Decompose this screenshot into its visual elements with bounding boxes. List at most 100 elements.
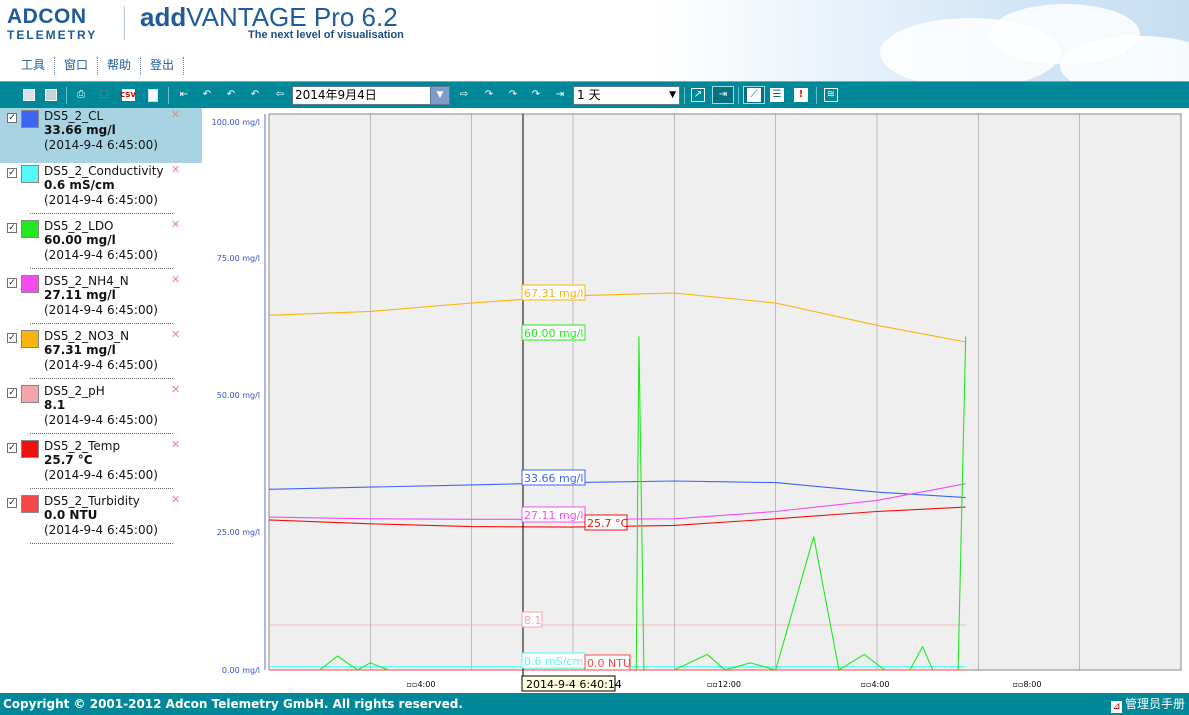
next-icon[interactable]: ⇨ — [455, 86, 473, 104]
sensor-item-nh4-n[interactable]: ✓ DS5_2_NH4_N 27.11 mg/l (2014-9-4 6:45:… — [0, 273, 202, 328]
series-color-swatch — [21, 110, 39, 128]
sensor-value: 27.11 mg/l — [44, 288, 116, 302]
series-color-swatch — [21, 495, 39, 513]
logo-line2: TELEMETRY — [7, 28, 98, 42]
chart-area[interactable]: 100.00 mg/l 75.00 mg/l 50.00 mg/l 25.00 … — [202, 108, 1189, 693]
last-icon[interactable]: ⇥ — [551, 86, 569, 104]
remove-icon[interactable]: ✕ — [171, 439, 181, 450]
settings-icon[interactable]: ≋ — [822, 86, 840, 104]
save-as-icon[interactable] — [42, 86, 60, 104]
product-tagline: The next level of visualisation — [248, 29, 404, 41]
sensor-name: DS5_2_Turbidity — [44, 494, 140, 508]
sensor-value: 25.7 °C — [44, 453, 93, 467]
value-label-turbidity: 0.0 NTU — [587, 657, 631, 670]
chevron-down-icon[interactable]: ▼ — [430, 87, 449, 104]
series-color-swatch — [21, 220, 39, 238]
copyright-text: Copyright © 2001-2012 Adcon Telemetry Gm… — [3, 697, 463, 711]
forward-7-icon[interactable]: ↷ — [504, 86, 522, 104]
value-label-cl: 33.66 mg/l — [524, 472, 583, 485]
sensor-checkbox[interactable]: ✓ — [7, 168, 17, 178]
back-7-icon[interactable]: ↶ — [222, 86, 240, 104]
remove-icon[interactable]: ✕ — [171, 109, 181, 120]
line-graph-icon[interactable]: ⟋ — [743, 86, 765, 104]
sensor-value: 67.31 mg/l — [44, 343, 116, 357]
menu-help[interactable]: 帮助 — [98, 57, 142, 75]
sensor-item-temp[interactable]: ✓ DS5_2_Temp 25.7 °C (2014-9-4 6:45:00) … — [0, 438, 202, 493]
sensor-timestamp: (2014-9-4 6:45:00) — [44, 303, 158, 317]
range-select[interactable]: 1 天 ▼ — [573, 86, 680, 105]
sensor-name: DS5_2_NO3_N — [44, 329, 130, 343]
menu-tools[interactable]: 工具 — [12, 57, 56, 75]
y-axis: 100.00 mg/l 75.00 mg/l 50.00 mg/l 25.00 … — [212, 114, 266, 675]
sensor-timestamp: (2014-9-4 6:45:00) — [44, 468, 158, 482]
table-icon[interactable]: ☰ — [768, 86, 786, 104]
remove-icon[interactable]: ✕ — [171, 329, 181, 340]
series-color-swatch — [21, 330, 39, 348]
back-30-icon[interactable]: ↶ — [198, 86, 216, 104]
sensor-checkbox[interactable]: ✓ — [7, 278, 17, 288]
sensor-checkbox[interactable]: ✓ — [7, 498, 17, 508]
forward-1-icon[interactable]: ↷ — [480, 86, 498, 104]
sensor-item-no3-n[interactable]: ✓ DS5_2_NO3_N 67.31 mg/l (2014-9-4 6:45:… — [0, 328, 202, 383]
prev-icon[interactable]: ⇦ — [271, 86, 289, 104]
remove-icon[interactable]: ✕ — [171, 164, 181, 175]
sensor-checkbox[interactable]: ✓ — [7, 443, 17, 453]
sensor-checkbox[interactable]: ✓ — [7, 388, 17, 398]
sensor-item-turbidity[interactable]: ✓ DS5_2_Turbidity 0.0 NTU (2014-9-4 6:45… — [0, 493, 202, 548]
remove-icon[interactable]: ✕ — [171, 384, 181, 395]
remove-icon[interactable]: ✕ — [171, 274, 181, 285]
admin-manual-label: 管理员手册 — [1124, 697, 1185, 711]
y-tick-label: 100.00 mg/l — [212, 118, 260, 127]
csv-icon[interactable]: CSV — [119, 86, 137, 104]
thermometer-icon[interactable]: ! — [792, 86, 810, 104]
sensor-item-ph[interactable]: ✓ DS5_2_pH 8.1 (2014-9-4 6:45:00) ✕ — [0, 383, 202, 438]
y-tick-label: 75.00 mg/l — [217, 254, 260, 263]
series-color-swatch — [21, 385, 39, 403]
list-divider — [30, 378, 173, 379]
sensor-list: ✓ DS5_2_CL 33.66 mg/l (2014-9-4 6:45:00)… — [0, 108, 202, 693]
forward-30-icon[interactable]: ↷ — [527, 86, 545, 104]
footer-bar: Copyright © 2001-2012 Adcon Telemetry Gm… — [0, 693, 1189, 715]
list-divider — [30, 323, 173, 324]
report-icon[interactable] — [144, 86, 162, 104]
y-tick-label: 25.00 mg/l — [217, 528, 260, 537]
pdf-icon: ⊿ — [1110, 701, 1122, 713]
auto-scroll-icon[interactable]: ⇥ — [712, 86, 734, 104]
remove-icon[interactable]: ✕ — [171, 494, 181, 505]
plot-background — [268, 113, 1182, 671]
first-icon[interactable]: ⇤ — [175, 86, 193, 104]
x-tick-label: ▫▫12:00 — [707, 680, 741, 689]
pdf-icon[interactable]: ⬚ — [95, 86, 113, 104]
sensor-checkbox[interactable]: ✓ — [7, 223, 17, 233]
date-select[interactable]: 2014年9月4日 ▼ — [292, 86, 450, 105]
value-label-conductivity: 0.6 mS/cm — [524, 655, 583, 668]
list-divider — [30, 543, 173, 544]
product-name: VANTAGE Pro 6.2 — [186, 2, 398, 32]
chart-view-icon[interactable]: ↗ — [689, 86, 707, 104]
time-series-chart[interactable]: 100.00 mg/l 75.00 mg/l 50.00 mg/l 25.00 … — [202, 108, 1189, 693]
sensor-checkbox[interactable]: ✓ — [7, 333, 17, 343]
admin-manual-link[interactable]: ⊿ 管理员手册 — [1110, 694, 1185, 714]
list-divider — [30, 433, 173, 434]
chevron-down-icon[interactable]: ▼ — [669, 87, 676, 104]
sensor-item-conductivity[interactable]: ✓ DS5_2_Conductivity 0.6 mS/cm (2014-9-4… — [0, 163, 202, 218]
sensor-item-ldo[interactable]: ✓ DS5_2_LDO 60.00 mg/l (2014-9-4 6:45:00… — [0, 218, 202, 273]
x-axis: ▫▫4:00 ▫▫12:00 ▫▫4:00 ▫▫8:00 2014-9-4 6:… — [407, 675, 1042, 692]
sensor-item-cl[interactable]: ✓ DS5_2_CL 33.66 mg/l (2014-9-4 6:45:00)… — [0, 108, 202, 163]
remove-icon[interactable]: ✕ — [171, 219, 181, 230]
value-label-nh4-n: 27.11 mg/l — [524, 509, 583, 522]
series-color-swatch — [21, 165, 39, 183]
value-label-temp: 25.7 °C — [587, 517, 628, 530]
x-tick-label: ▫▫8:00 — [1013, 680, 1042, 689]
y-tick-label: 50.00 mg/l — [217, 391, 260, 400]
print-icon[interactable]: ⎙ — [72, 86, 90, 104]
sensor-name: DS5_2_NH4_N — [44, 274, 129, 288]
series-color-swatch — [21, 275, 39, 293]
product-prefix: add — [140, 2, 187, 32]
back-1-icon[interactable]: ↶ — [246, 86, 264, 104]
menu-window[interactable]: 窗口 — [55, 57, 99, 75]
list-divider — [30, 488, 173, 489]
sensor-checkbox[interactable]: ✓ — [7, 113, 17, 123]
menu-logout[interactable]: 登出 — [141, 57, 185, 75]
save-icon[interactable] — [20, 86, 38, 104]
